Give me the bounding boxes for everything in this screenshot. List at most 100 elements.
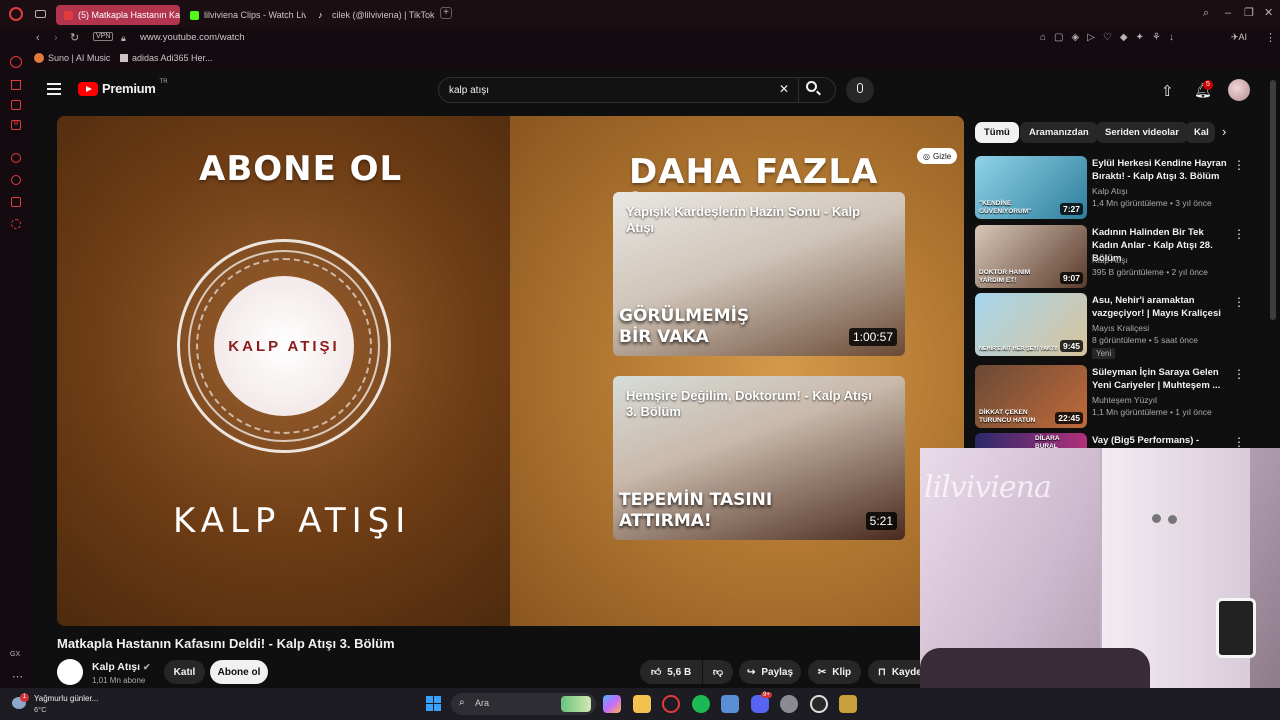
chip-from-search[interactable]: Aramanızdan — [1020, 122, 1098, 143]
hamburger-menu-icon[interactable] — [47, 83, 61, 95]
recommendation-item[interactable]: NEHİR'E AİT HER ŞEYİ YAKTI! 9:45 Asu, Ne… — [975, 293, 1255, 359]
player-icon[interactable] — [11, 153, 21, 163]
file-explorer-icon[interactable] — [633, 695, 651, 713]
dislike-button[interactable]: 👎︎ — [703, 660, 733, 684]
maximize-icon[interactable]: ❐ — [1244, 6, 1254, 20]
channel-logo-rings[interactable]: KALP ATIŞI — [177, 239, 391, 453]
ai-button[interactable]: ✈AI — [1231, 32, 1247, 43]
save-button[interactable]: ⊓ Kayde — [868, 660, 922, 684]
recommendation-item[interactable]: DİLARA BURAL Vay (Big5 Performans) - Dil… — [975, 433, 1255, 448]
recommendation-item[interactable]: DOKTOR HANIM YARDIM ET! 9:07 Kadının Hal… — [975, 225, 1255, 289]
subscribe-button[interactable]: Abone ol — [210, 660, 268, 684]
search-button[interactable] — [806, 81, 826, 99]
browser-tab-youtube[interactable]: (5) Matkapla Hastanın Kafa — [56, 5, 180, 25]
hide-end-screen-button[interactable]: ◎ Gizle — [917, 148, 958, 164]
youtube-logo[interactable]: Premium TR — [78, 79, 168, 96]
close-window-icon[interactable]: ✕ — [1264, 6, 1273, 20]
video-meta: 1,1 Mn görüntüleme • 1 yıl önce — [1092, 407, 1212, 417]
spotify-icon[interactable] — [692, 695, 710, 713]
more-icon[interactable]: ⋯ — [12, 670, 23, 684]
history-icon[interactable] — [11, 175, 21, 185]
weather-temp: 6°C — [34, 705, 47, 714]
search-icon — [806, 81, 817, 92]
settings-icon[interactable] — [11, 219, 21, 229]
more-actions-icon[interactable]: ⋮ — [1233, 435, 1245, 448]
card-overlay-text: GÖRÜLMEMİŞ BİR VAKA — [619, 306, 750, 347]
chevron-right-icon[interactable]: › — [1222, 124, 1226, 139]
like-button[interactable]: 👍︎ 5,6 B — [640, 660, 702, 684]
tab-overview-icon[interactable] — [35, 10, 46, 18]
back-icon[interactable]: ‹ — [36, 31, 40, 45]
join-button[interactable]: Katıl — [164, 660, 205, 684]
url-field[interactable]: www.youtube.com/watch — [140, 32, 245, 43]
messenger-icon[interactable]: M — [11, 120, 21, 130]
channel-name[interactable]: Kalp Atışı ✔ — [92, 661, 151, 673]
video-thumbnail: DİKKAT ÇEKEN TURUNCU HATUN 22:45 — [975, 365, 1087, 428]
search-tabs-icon[interactable]: ⌕ — [1203, 6, 1209, 20]
obs-icon[interactable] — [810, 695, 828, 713]
taskbar-search[interactable]: ⌕ Ara — [451, 693, 596, 715]
network-app-icon[interactable] — [721, 695, 739, 713]
more-actions-icon[interactable]: ⋮ — [1233, 367, 1245, 381]
more-actions-icon[interactable]: ⋮ — [1233, 158, 1245, 172]
menu-icon[interactable]: ⋮ — [1265, 31, 1276, 45]
extensions-icon[interactable] — [11, 197, 21, 207]
weather-widget[interactable]: 1 Yağmurlu günler... 6°C — [10, 693, 120, 715]
music-icon[interactable] — [11, 100, 21, 110]
thumbs-up-icon: 👍︎ — [650, 667, 662, 678]
start-button[interactable] — [426, 696, 441, 711]
page-scrollbar[interactable] — [1270, 80, 1276, 320]
app-icon[interactable] — [839, 695, 857, 713]
twitch-icon[interactable] — [11, 80, 21, 90]
new-badge: Yeni — [1092, 348, 1116, 359]
voice-search-button[interactable] — [846, 77, 874, 103]
search-box: ✕ — [438, 77, 836, 103]
settings-gear-icon[interactable] — [780, 695, 798, 713]
clip-button[interactable]: ✂ Klip — [808, 660, 861, 684]
eye-off-icon: ◎ — [923, 151, 930, 161]
card-duration: 1:00:57 — [848, 328, 897, 346]
new-tab-button[interactable]: + — [440, 7, 452, 19]
tab-title: (5) Matkapla Hastanın Kafa — [78, 10, 180, 20]
upload-icon[interactable]: ⇧ — [1161, 82, 1174, 100]
video-title: Vay (Big5 Performans) - Dilara — [1092, 435, 1200, 446]
chip-all[interactable]: Tümü — [975, 122, 1019, 143]
forward-icon[interactable]: › — [54, 31, 58, 45]
recommendation-item[interactable]: DİKKAT ÇEKEN TURUNCU HATUN 22:45 Süleyma… — [975, 365, 1255, 429]
chip-series-videos[interactable]: Seriden videolar — [1096, 122, 1188, 143]
adidas-favicon-icon — [120, 54, 128, 62]
channel-avatar[interactable] — [57, 659, 83, 685]
hide-label: Gizle — [932, 151, 952, 161]
vpn-badge[interactable]: VPN — [93, 32, 114, 41]
chip-channel[interactable]: Kal — [1185, 122, 1215, 143]
video-player[interactable]: ABONE OL KALP ATIŞI KALP ATIŞI DAHA FAZL… — [57, 116, 964, 626]
video-thumbnail: DOKTOR HANIM YARDIM ET! 9:07 — [975, 225, 1087, 288]
bookmark-label: Suno | AI Music — [48, 53, 111, 63]
video-title: Matkapla Hastanın Kafasını Deldi! - Kalp… — [57, 636, 395, 651]
more-actions-icon[interactable]: ⋮ — [1233, 295, 1245, 309]
end-screen-video-card[interactable]: Yapışık Kardeşlerin Hazin Sonu - Kalp At… — [613, 192, 905, 356]
gx-control-icon[interactable] — [10, 56, 22, 68]
video-thumbnail: DİLARA BURAL — [975, 433, 1087, 448]
video-title: Asu, Nehir'i aramaktan vazgeçiyor! | May… — [1092, 295, 1221, 319]
opera-gx-taskbar-icon[interactable] — [662, 695, 680, 713]
opera-logo-icon[interactable] — [9, 7, 23, 21]
extensions-toolbar[interactable]: ⌂▢◈▷♡◆✦⚘↓ — [1040, 31, 1182, 45]
subscriber-count: 1,01 Mn abone — [92, 676, 146, 685]
share-button[interactable]: ↪ Paylaş — [739, 660, 801, 684]
recommendation-item[interactable]: "KENDİNE GÜVENİYORUM" 7:27 Eylül Herkesi… — [975, 156, 1255, 220]
account-avatar[interactable] — [1228, 79, 1250, 101]
browser-tab-tiktok[interactable]: ♪ cilek (@lilviviena) | TikTok — [310, 5, 438, 25]
end-screen-video-card[interactable]: Hemşire Değilim, Doktorum! - Kalp Atışı … — [613, 376, 905, 540]
browser-tab-kick[interactable]: lilviviena Clips - Watch Liv — [182, 5, 306, 25]
copilot-icon[interactable] — [603, 695, 621, 713]
video-duration: 22:45 — [1055, 412, 1083, 424]
bookmark-suno[interactable]: Suno | AI Music — [34, 53, 110, 63]
bookmark-adidas[interactable]: adidas Adi365 Her... — [120, 53, 213, 63]
more-actions-icon[interactable]: ⋮ — [1233, 227, 1245, 241]
search-input[interactable] — [449, 82, 769, 98]
neon-sign-text: lilviviena — [924, 470, 1052, 505]
minimize-icon[interactable]: – — [1225, 6, 1231, 20]
reload-icon[interactable]: ↻ — [70, 31, 79, 45]
clear-search-icon[interactable]: ✕ — [779, 82, 789, 96]
